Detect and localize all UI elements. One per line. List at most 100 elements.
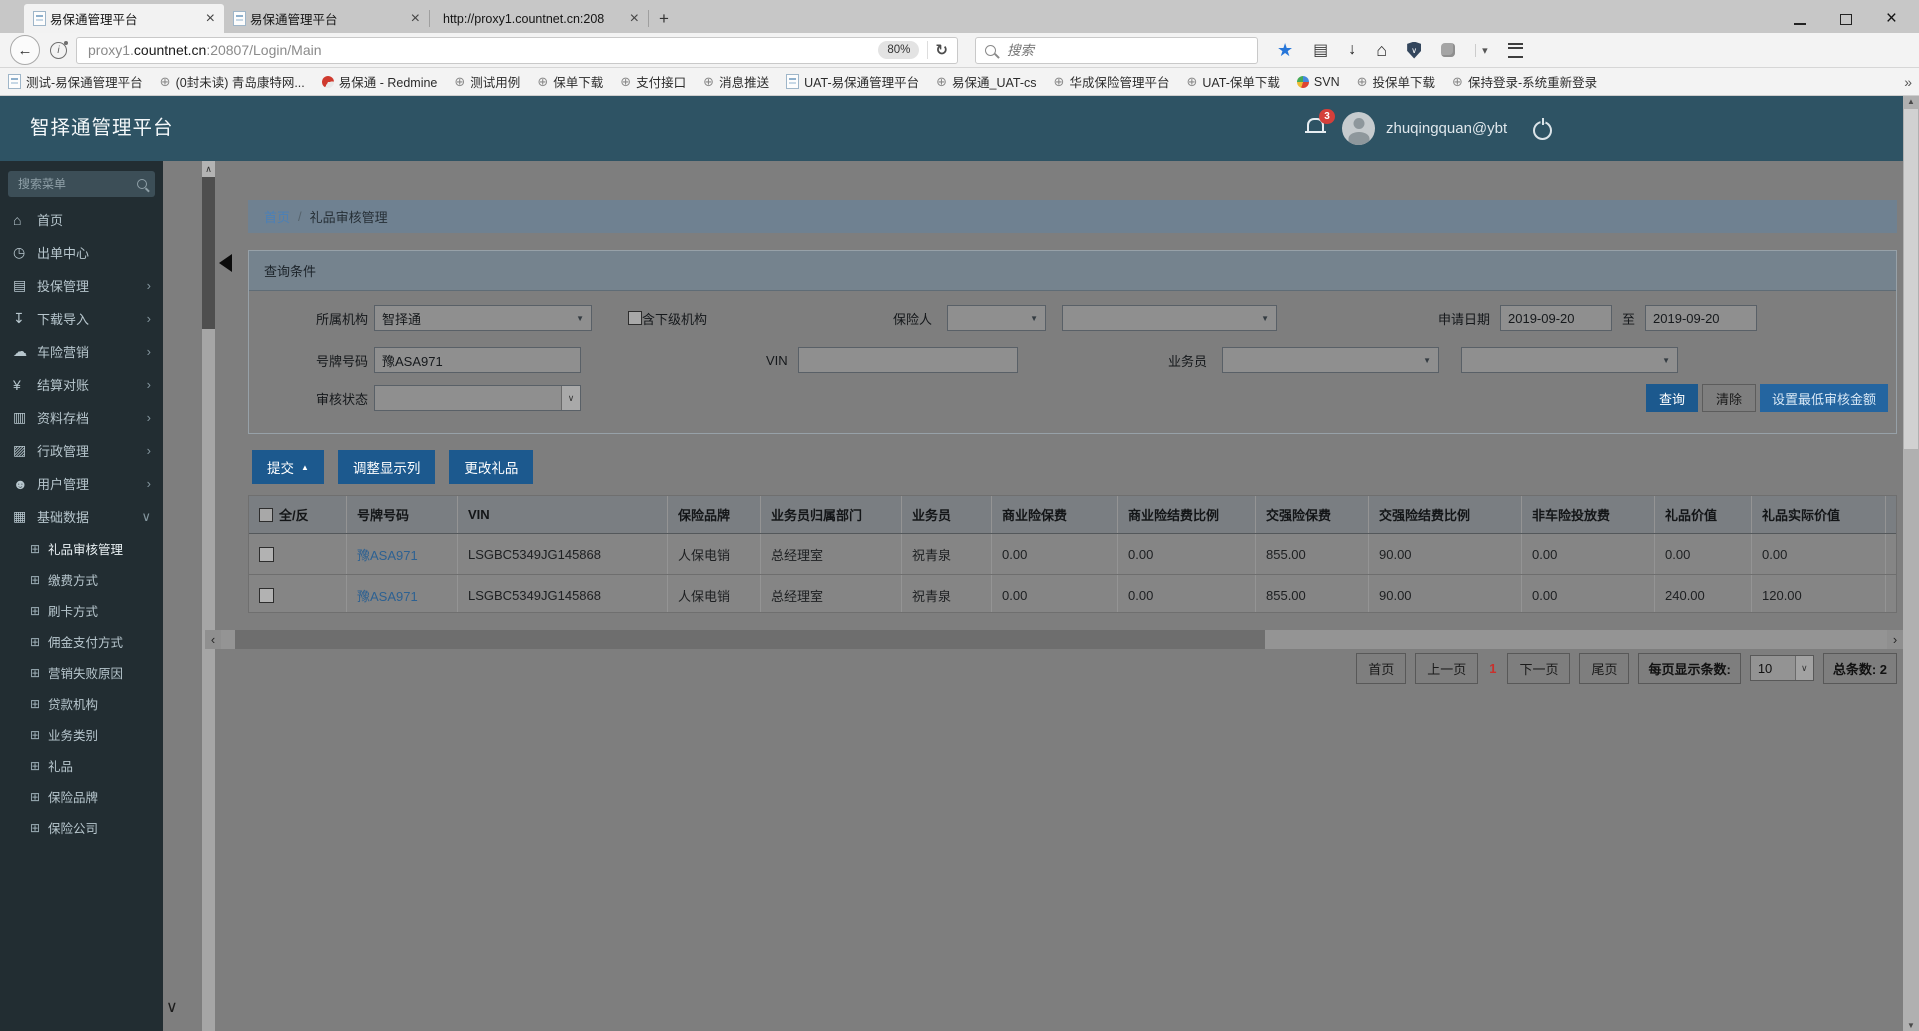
sidebar-subitem-marketing-fail[interactable]: 营销失败原因: [0, 657, 163, 688]
change-gift-button[interactable]: 更改礼品: [449, 450, 534, 484]
sidebar-item-auto-marketing[interactable]: 车险营销 ›: [0, 335, 163, 368]
sidebar-item-base-data[interactable]: 基础数据 ∨: [0, 500, 163, 533]
row-checkbox[interactable]: [259, 587, 274, 603]
sidebar-item-archive[interactable]: 资料存档 ›: [0, 401, 163, 434]
notification-bell-icon[interactable]: 3: [1305, 109, 1335, 140]
reload-icon[interactable]: [935, 41, 948, 59]
scrollbar-track[interactable]: [221, 630, 1887, 649]
plate-link[interactable]: 豫ASA971: [347, 534, 458, 574]
home-icon[interactable]: [1376, 40, 1387, 61]
bookmark-item[interactable]: 易保通_UAT-cs: [936, 72, 1037, 91]
bookmark-item[interactable]: 支付接口: [620, 72, 686, 91]
shield-extension-icon[interactable]: [1407, 41, 1422, 59]
page-last-button[interactable]: 尾页: [1579, 652, 1630, 684]
sidebar-item-settlement[interactable]: 结算对账 ›: [0, 368, 163, 401]
url-bar[interactable]: proxy1.countnet.cn:20807/Login/Main 80%: [76, 36, 958, 64]
tab-close-icon[interactable]: [206, 10, 215, 28]
scrollbar-up-icon[interactable]: [1903, 97, 1919, 106]
zoom-level-badge[interactable]: 80%: [878, 41, 920, 59]
bookmark-item[interactable]: 保持登录-系统重新登录: [1452, 72, 1597, 91]
sidebar-search-input[interactable]: [16, 176, 137, 192]
salesman-select-1[interactable]: [1222, 347, 1440, 373]
collapse-panel-icon[interactable]: [219, 254, 232, 272]
bookmarks-overflow-icon[interactable]: [1904, 68, 1912, 95]
content-vertical-scrollbar[interactable]: [202, 161, 215, 1031]
chevron-down-icon[interactable]: [1475, 43, 1488, 57]
sidebar-subitem-gift[interactable]: 礼品: [0, 750, 163, 781]
apply-date-from-input[interactable]: [1500, 305, 1613, 331]
apply-date-to-input[interactable]: [1645, 305, 1758, 331]
select-all-checkbox[interactable]: [259, 507, 273, 522]
row-checkbox[interactable]: [259, 546, 274, 562]
sidebar-subitem-insurance-company[interactable]: 保险公司: [0, 812, 163, 843]
sidebar-subitem-insurance-brand[interactable]: 保险品牌: [0, 781, 163, 812]
sidebar-item-issue-center[interactable]: 出单中心: [0, 236, 163, 269]
logout-power-icon[interactable]: [1533, 121, 1552, 140]
minimize-button[interactable]: [1793, 15, 1806, 25]
sidebar-search[interactable]: [8, 171, 155, 197]
new-tab-button[interactable]: [659, 9, 669, 29]
plate-link[interactable]: 豫ASA971: [347, 575, 458, 612]
scrollbar-up-icon[interactable]: [202, 161, 215, 177]
scrollbar-thumb[interactable]: [235, 630, 1265, 649]
sidebar-item-home[interactable]: 首页: [0, 203, 163, 236]
salesman-select-2[interactable]: [1461, 347, 1679, 373]
back-button[interactable]: [10, 35, 40, 65]
scroll-left-icon[interactable]: [205, 630, 221, 649]
sidebar-item-user-mgmt[interactable]: 用户管理 ›: [0, 467, 163, 500]
bookmark-item[interactable]: UAT-保单下载: [1186, 72, 1280, 91]
bookmark-item[interactable]: 投保单下载: [1357, 72, 1436, 91]
search-button[interactable]: 查询: [1645, 384, 1698, 412]
select-dropdown-button[interactable]: [1794, 656, 1813, 680]
breadcrumb-home-link[interactable]: 首页: [264, 207, 290, 226]
page-prev-button[interactable]: 上一页: [1415, 652, 1479, 684]
sidebar-item-admin-mgmt[interactable]: 行政管理 ›: [0, 434, 163, 467]
sidebar-subitem-business-type[interactable]: 业务类别: [0, 719, 163, 750]
bookmark-item[interactable]: (0封未读) 青岛康特网...: [160, 72, 305, 91]
org-select[interactable]: 智择通: [374, 305, 593, 331]
sidebar-subitem-commission-pay[interactable]: 佣金支付方式: [0, 626, 163, 657]
bookmark-star-icon[interactable]: [1277, 40, 1293, 61]
adjust-columns-button[interactable]: 调整显示列: [337, 450, 436, 484]
library-icon[interactable]: [1313, 40, 1328, 60]
table-horizontal-scrollbar[interactable]: [205, 630, 1903, 649]
scrollbar-down-icon[interactable]: [1903, 1021, 1919, 1030]
maximize-button[interactable]: [1839, 14, 1852, 25]
page-first-button[interactable]: 首页: [1356, 652, 1407, 684]
bookmark-item[interactable]: UAT-易保通管理平台: [786, 72, 919, 91]
extension-icon[interactable]: [1441, 43, 1456, 57]
tab-close-icon[interactable]: [411, 10, 420, 28]
bookmark-item[interactable]: 测试用例: [454, 72, 520, 91]
plate-input[interactable]: [374, 347, 582, 373]
vin-input[interactable]: [797, 347, 1018, 373]
browser-vertical-scrollbar[interactable]: [1903, 96, 1919, 1031]
close-window-button[interactable]: [1886, 12, 1897, 27]
bookmark-item[interactable]: 消息推送: [703, 72, 769, 91]
scroll-right-icon[interactable]: [1887, 630, 1903, 649]
downloads-icon[interactable]: [1348, 41, 1356, 59]
bookmark-item[interactable]: 测试-易保通管理平台: [8, 72, 143, 91]
set-min-audit-button[interactable]: 设置最低审核金额: [1759, 384, 1888, 412]
bookmark-item[interactable]: 易保通 - Redmine: [321, 72, 437, 91]
insurer-select-1[interactable]: [947, 305, 1047, 331]
bookmark-item[interactable]: 保单下载: [537, 72, 603, 91]
browser-tab-3[interactable]: http://proxy1.countnet.cn:208: [430, 4, 648, 33]
bookmark-item[interactable]: SVN: [1296, 75, 1340, 89]
sidebar-item-download-import[interactable]: 下载导入 ›: [0, 302, 163, 335]
scrollbar-thumb[interactable]: [202, 177, 215, 329]
tab-close-icon[interactable]: [630, 10, 639, 28]
sidebar-subitem-loan-org[interactable]: 贷款机构: [0, 688, 163, 719]
browser-tab-1[interactable]: 易保通管理平台: [24, 4, 224, 33]
select-dropdown-button[interactable]: [561, 386, 581, 410]
page-next-button[interactable]: 下一页: [1507, 652, 1571, 684]
scrollbar-thumb[interactable]: [1904, 109, 1918, 449]
sidebar-subitem-card-method[interactable]: 刷卡方式: [0, 595, 163, 626]
username[interactable]: zhuqingquan@ybt: [1386, 96, 1507, 161]
browser-search-input[interactable]: [1005, 41, 1229, 59]
avatar[interactable]: [1342, 112, 1375, 145]
menu-hamburger-icon[interactable]: [1507, 42, 1523, 58]
sidebar-subitem-payment-method[interactable]: 缴费方式: [0, 564, 163, 595]
insurer-select-2[interactable]: [1062, 305, 1278, 331]
sidebar-subitem-gift-audit[interactable]: 礼品审核管理: [0, 533, 163, 564]
per-page-select[interactable]: 10: [1749, 655, 1814, 681]
